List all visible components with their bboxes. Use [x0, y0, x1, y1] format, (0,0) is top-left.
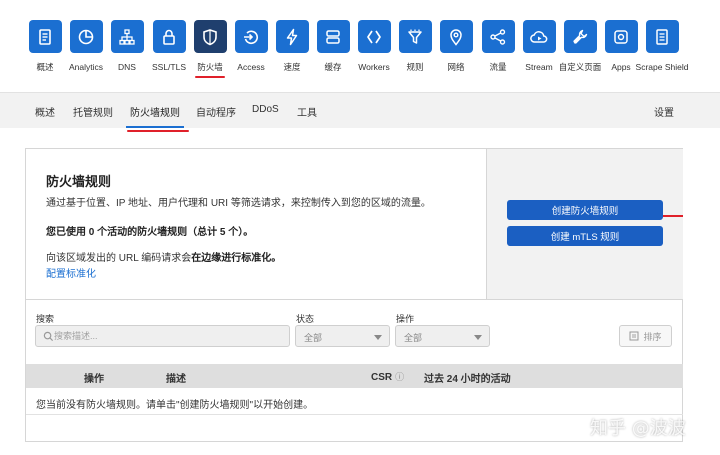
app-icon-bar: 概述 Analytics DNS SSL/TLS 防火墙 Access 速度 缓… [0, 0, 720, 92]
tab-managed-rules[interactable]: 托管规则 [73, 104, 113, 119]
tab-bots[interactable]: 自动程序 [196, 104, 236, 119]
tab-ddos[interactable]: DDoS [252, 104, 279, 115]
chevron-down-icon [374, 335, 382, 340]
search-box[interactable] [35, 325, 290, 347]
firewall-rules-card: 防火墙规则 通过基于位置、IP 地址、用户代理和 URI 等筛选请求，来控制传入… [25, 148, 683, 442]
section-description: 通过基于位置、IP 地址、用户代理和 URI 等筛选请求，来控制传入到您的区域的… [46, 198, 431, 209]
search-input[interactable] [54, 328, 284, 344]
create-firewall-rule-button[interactable]: 创建防火墙规则 [507, 200, 663, 220]
location-icon [450, 28, 462, 46]
column-description[interactable]: 描述 [166, 370, 186, 385]
shield-icon [203, 28, 217, 45]
annotation-underline [195, 76, 225, 78]
wrench-icon [573, 29, 588, 44]
filter-bar: 搜索 状态 全部 操作 全部 排序 [26, 299, 683, 364]
network-icon [119, 28, 135, 45]
tab-firewall-rules[interactable]: 防火墙规则 [126, 104, 184, 128]
watermark: 知乎 @波波 [590, 418, 686, 439]
app-label: Scrape Shield [635, 62, 689, 72]
tab-overview[interactable]: 概述 [35, 104, 55, 119]
access-icon [244, 30, 259, 44]
apps-icon [614, 29, 628, 44]
document-icon [39, 28, 51, 45]
cloud-play-icon [530, 30, 548, 43]
tab-settings[interactable]: 设置 [654, 104, 674, 119]
sub-navigation: 概述 托管规则 防火墙规则 自动程序 DDoS 工具 设置 [0, 92, 720, 128]
annotation-underline [127, 130, 189, 132]
rules-usage: 您已使用 0 个活动的防火墙规则（总计 5 个）。 [46, 227, 254, 238]
lock-icon [163, 29, 175, 45]
empty-state-message: 您当前没有防火墙规则。请单击"创建防火墙规则"以开始创建。 [36, 400, 314, 411]
pie-chart-icon [78, 29, 94, 44]
info-icon[interactable]: ⓘ [395, 372, 404, 382]
column-action[interactable]: 操作 [84, 370, 104, 385]
page-shield-icon [656, 28, 668, 45]
column-activity[interactable]: 过去 24 小时的活动 [424, 370, 511, 385]
server-icon [326, 29, 340, 44]
search-icon [43, 331, 54, 342]
lightning-icon [286, 28, 298, 45]
configure-normalization-link[interactable]: 配置标准化 [46, 265, 96, 280]
sort-icon [629, 331, 639, 341]
normalization-note: 向该区域发出的 URL 编码请求会在边缘进行标准化。 [46, 253, 282, 264]
status-label: 状态 [296, 314, 315, 324]
table-header: 操作 描述 CSR ⓘ 过去 24 小时的活动 [26, 364, 683, 388]
annotation-underline [663, 215, 683, 217]
chevron-down-icon [474, 335, 482, 340]
sort-button[interactable]: 排序 [619, 325, 672, 347]
app-scrape-shield[interactable]: Scrape Shield [636, 20, 688, 72]
actions-panel: 创建防火墙规则 创建 mTLS 规则 [486, 149, 683, 299]
action-select[interactable]: 全部 [395, 325, 490, 347]
search-label: 搜索 [36, 314, 55, 324]
funnel-icon [408, 29, 422, 44]
workers-icon [367, 30, 381, 43]
tab-tools[interactable]: 工具 [297, 104, 317, 119]
divider [26, 414, 683, 415]
section-title: 防火墙规则 [46, 174, 112, 189]
status-select[interactable]: 全部 [295, 325, 390, 347]
traffic-icon [490, 28, 506, 45]
create-mtls-rule-button[interactable]: 创建 mTLS 规则 [507, 226, 663, 246]
rules-intro: 防火墙规则 通过基于位置、IP 地址、用户代理和 URI 等筛选请求，来控制传入… [26, 149, 486, 299]
column-csr[interactable]: CSR ⓘ [371, 370, 404, 383]
action-label: 操作 [396, 314, 415, 324]
